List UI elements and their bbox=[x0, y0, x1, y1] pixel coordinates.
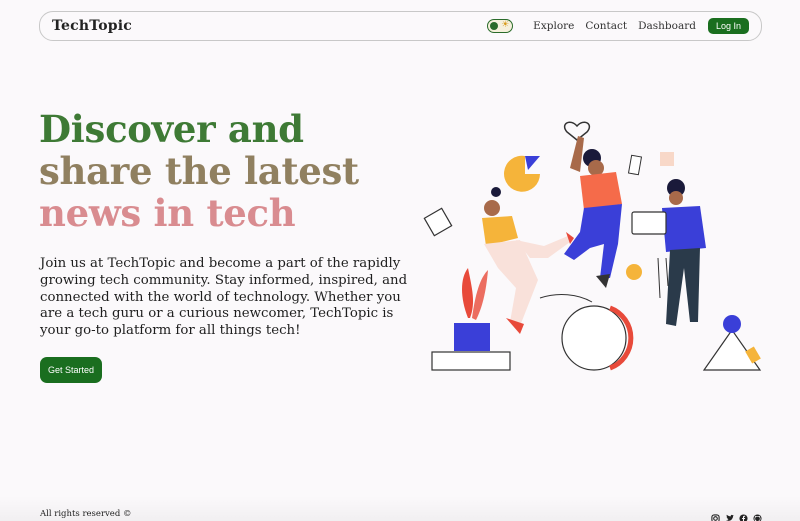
copyright-text: All rights reserved © bbox=[40, 509, 132, 519]
nav-link-contact[interactable]: Contact bbox=[585, 20, 627, 32]
navbar: TechTopic ☀ Explore Contact Dashboard Lo… bbox=[39, 11, 762, 41]
instagram-icon[interactable] bbox=[711, 508, 720, 521]
hero-title-line-3: news in tech bbox=[39, 191, 296, 235]
brand-logo[interactable]: TechTopic bbox=[52, 18, 132, 34]
facebook-icon[interactable] bbox=[739, 508, 748, 521]
hero-illustration bbox=[423, 121, 762, 371]
hero-title-line-1: Discover and bbox=[39, 107, 304, 151]
twitter-icon[interactable] bbox=[725, 508, 734, 521]
yellow-dot bbox=[626, 264, 642, 280]
social-links bbox=[711, 508, 762, 521]
toggle-knob bbox=[490, 21, 499, 30]
paper-shape bbox=[423, 207, 453, 237]
person-left bbox=[482, 187, 574, 334]
pie-shape bbox=[504, 155, 540, 192]
peach-square bbox=[660, 152, 674, 166]
nav-right: ☀ Explore Contact Dashboard Log In bbox=[487, 18, 749, 34]
hero-title-line-2: share the latest bbox=[39, 149, 359, 193]
hero-description: Join us at TechTopic and become a part o… bbox=[40, 256, 408, 339]
github-icon[interactable] bbox=[753, 508, 762, 521]
plant-pot bbox=[431, 268, 511, 371]
hero-title: Discover and share the latest news in te… bbox=[39, 108, 399, 234]
circle-outline bbox=[561, 305, 627, 371]
nav-link-dashboard[interactable]: Dashboard bbox=[638, 20, 696, 32]
login-button[interactable]: Log In bbox=[707, 18, 749, 34]
heart-icon bbox=[563, 121, 591, 141]
theme-toggle[interactable]: ☀ bbox=[487, 19, 514, 33]
get-started-button[interactable]: Get Started bbox=[40, 357, 102, 383]
sun-icon: ☀ bbox=[501, 20, 510, 30]
nav-link-explore[interactable]: Explore bbox=[533, 20, 574, 32]
person-right bbox=[631, 179, 706, 326]
triangle-shape bbox=[702, 315, 762, 371]
